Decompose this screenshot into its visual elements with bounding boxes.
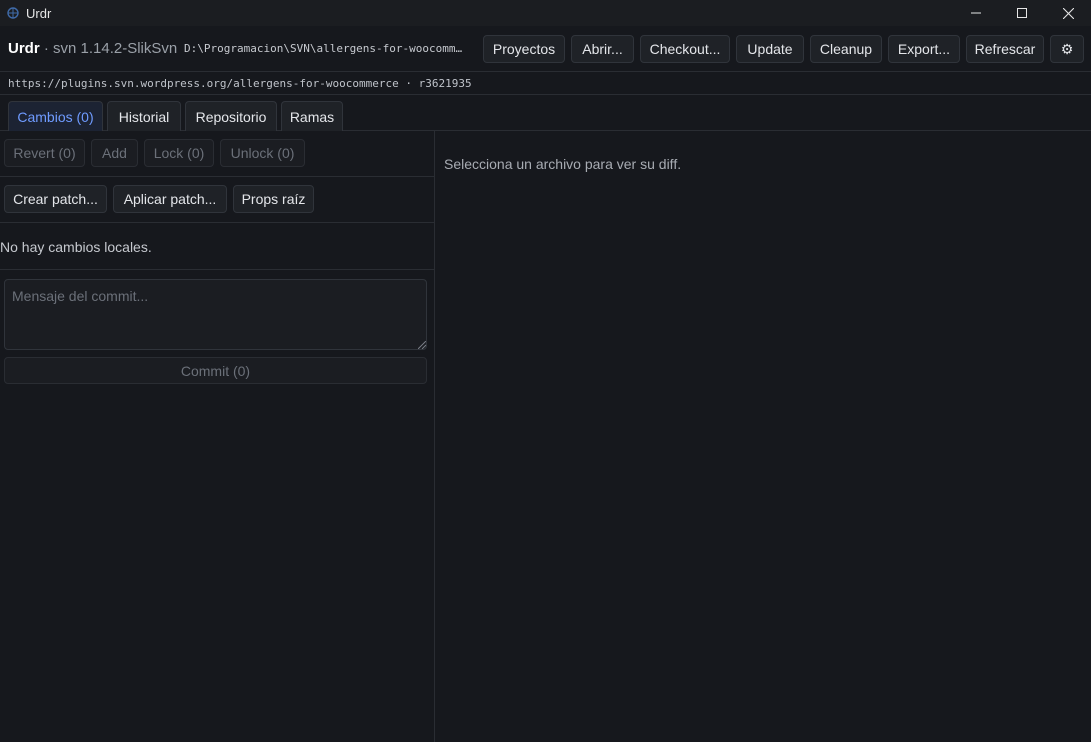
add-button[interactable]: Add: [91, 139, 138, 167]
title-bar: Urdr: [0, 0, 1091, 26]
revert-button[interactable]: Revert (0): [4, 139, 85, 167]
lock-button[interactable]: Lock (0): [144, 139, 214, 167]
tab-ramas[interactable]: Ramas: [281, 101, 343, 131]
app-name: Urdr: [8, 40, 40, 57]
unlock-button[interactable]: Unlock (0): [220, 139, 305, 167]
tab-repositorio[interactable]: Repositorio: [185, 101, 277, 131]
maximize-icon: [1017, 8, 1027, 18]
maximize-button[interactable]: [999, 0, 1045, 26]
settings-button[interactable]: ⚙: [1050, 35, 1084, 63]
window-title: Urdr: [26, 5, 52, 21]
abrir-button[interactable]: Abrir...: [571, 35, 634, 63]
create-patch-button[interactable]: Crear patch...: [4, 185, 107, 213]
repository-url: https://plugins.svn.wordpress.org/allerg…: [8, 77, 472, 90]
minimize-icon: [971, 12, 981, 14]
proyectos-button[interactable]: Proyectos: [483, 35, 565, 63]
commit-message-input[interactable]: [4, 279, 427, 350]
root-props-button[interactable]: Props raíz: [233, 185, 314, 213]
no-changes-message: No hay cambios locales.: [0, 239, 152, 255]
main-toolbar: Urdr · svn 1.14.2-SlikSvn D:\Programacio…: [0, 26, 1091, 72]
refrescar-button[interactable]: Refrescar: [966, 35, 1044, 63]
checkout-button[interactable]: Checkout...: [640, 35, 730, 63]
tab-bar: Cambios (0) Historial Repositorio Ramas: [0, 95, 1091, 131]
commit-button[interactable]: Commit (0): [4, 357, 427, 384]
export-button[interactable]: Export...: [888, 35, 960, 63]
app-logo-icon: [6, 6, 20, 20]
working-copy-path: D:\Programacion\SVN\allergens-for-woocom…: [184, 42, 463, 55]
update-button[interactable]: Update: [736, 35, 804, 63]
app-brand: Urdr · svn 1.14.2-SlikSvn: [8, 40, 177, 57]
minimize-button[interactable]: [953, 0, 999, 26]
patch-actions-row: Crear patch... Aplicar patch... Props ra…: [0, 177, 435, 223]
changes-list: No hay cambios locales.: [0, 223, 435, 270]
window-controls: [953, 0, 1091, 26]
repository-url-bar: https://plugins.svn.wordpress.org/allerg…: [0, 72, 1091, 95]
resize-grip-icon[interactable]: [418, 341, 426, 349]
close-icon: [1062, 7, 1074, 19]
close-button[interactable]: [1045, 0, 1091, 26]
diff-panel: Selecciona un archivo para ver su diff.: [436, 131, 1091, 742]
file-actions-row: Revert (0) Add Lock (0) Unlock (0): [0, 131, 435, 177]
tab-cambios[interactable]: Cambios (0): [8, 101, 103, 131]
apply-patch-button[interactable]: Aplicar patch...: [113, 185, 227, 213]
svn-version: · svn 1.14.2-SlikSvn: [39, 40, 178, 57]
tab-historial[interactable]: Historial: [107, 101, 181, 131]
gear-icon: ⚙: [1060, 40, 1074, 57]
changes-panel: Revert (0) Add Lock (0) Unlock (0) Crear…: [0, 131, 435, 742]
diff-empty-message: Selecciona un archivo para ver su diff.: [444, 156, 682, 172]
cleanup-button[interactable]: Cleanup: [810, 35, 882, 63]
